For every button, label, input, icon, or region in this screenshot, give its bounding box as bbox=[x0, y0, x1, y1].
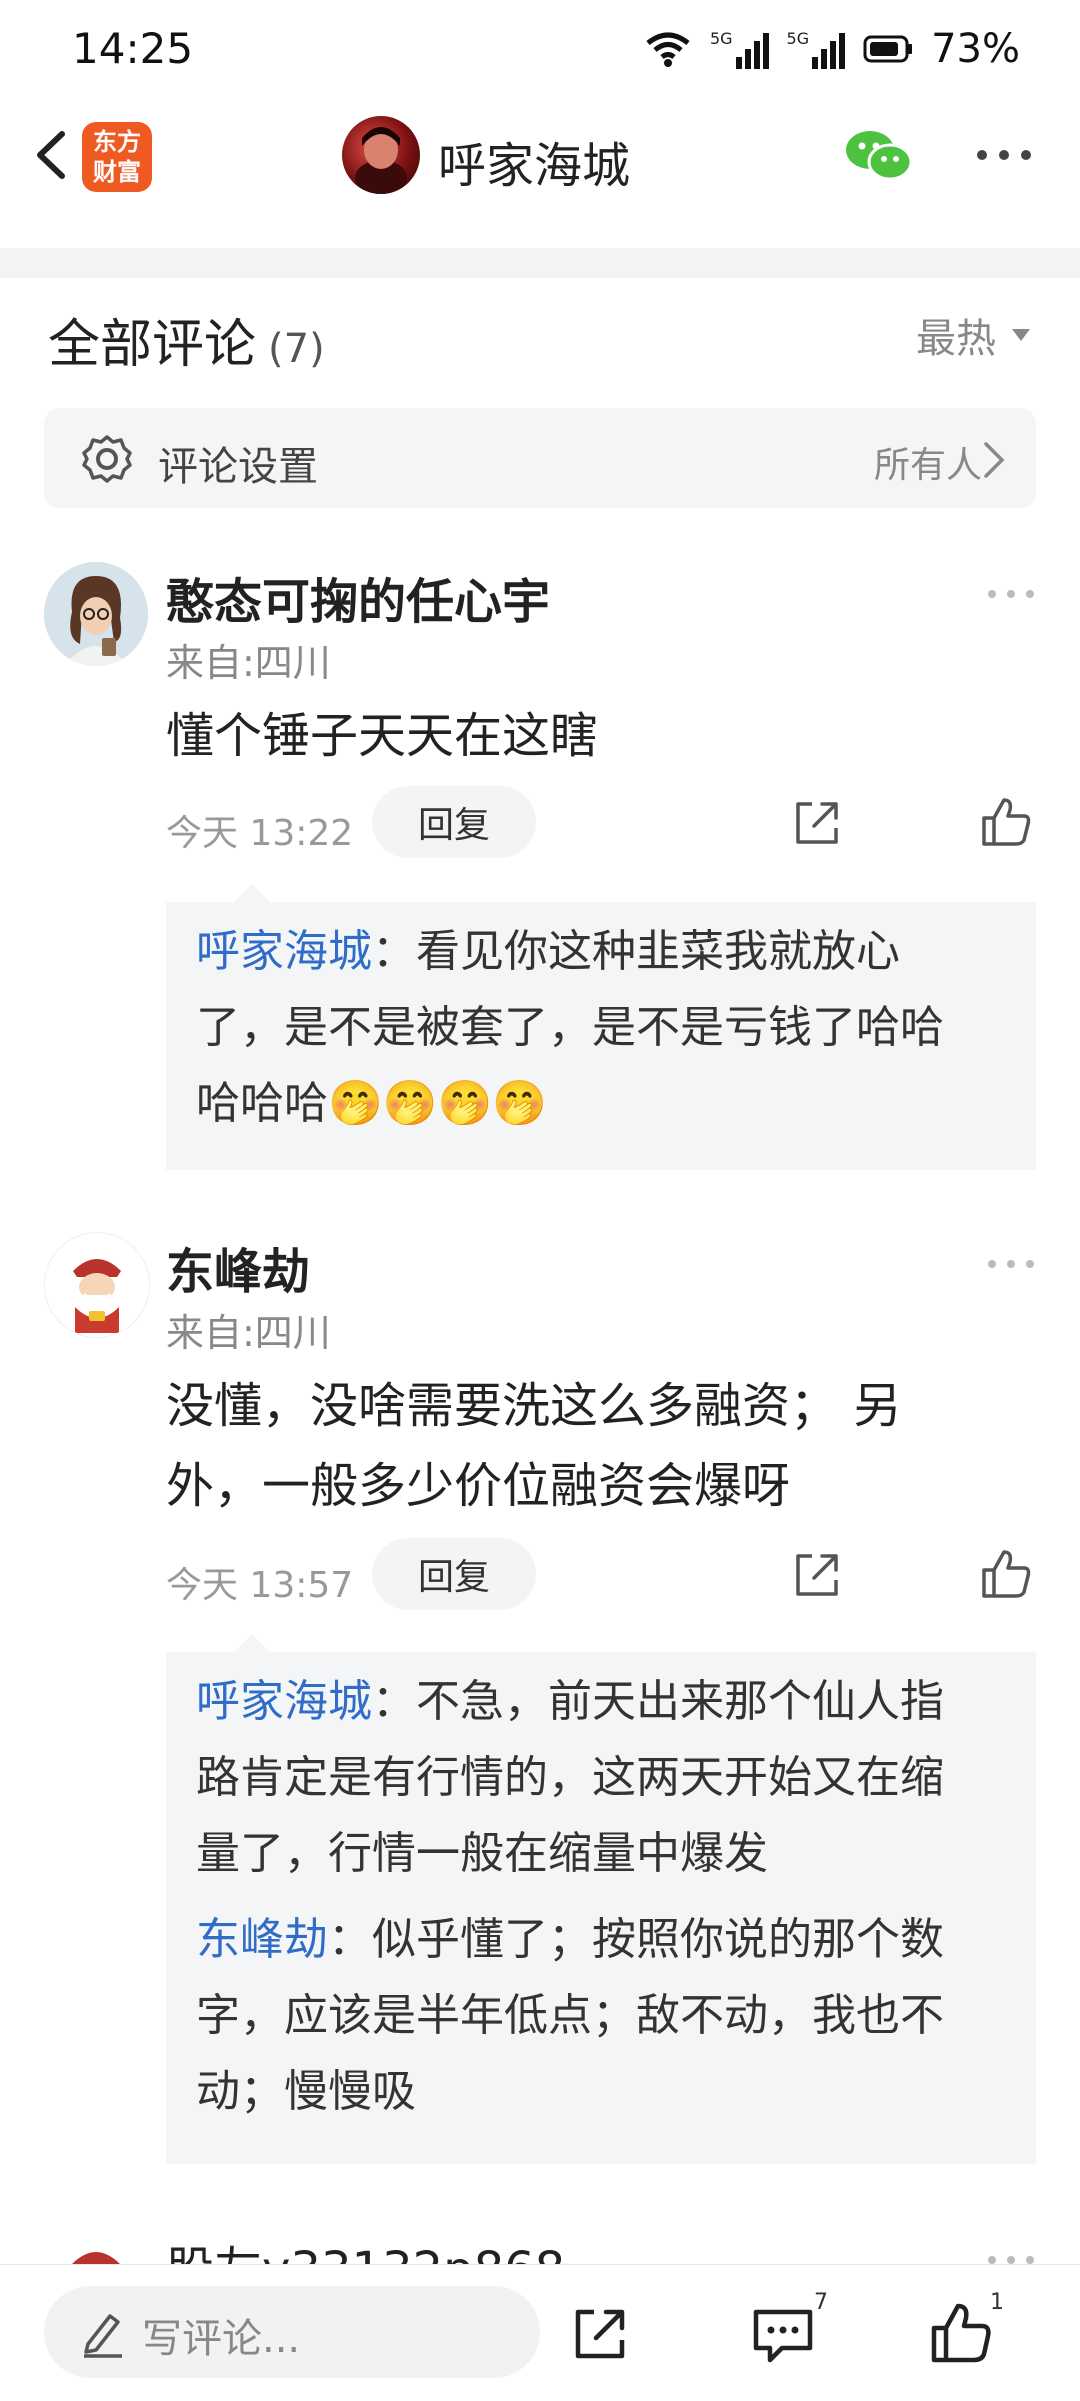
comment-count-badge: 7 bbox=[814, 2290, 828, 2315]
comment-author[interactable]: 东峰劫 bbox=[166, 1232, 310, 1302]
comment-more-icon[interactable] bbox=[986, 1254, 1036, 1274]
network-label: 5G bbox=[709, 29, 733, 48]
app-logo[interactable]: 东方 财富 bbox=[82, 122, 152, 192]
cell-signal-icon-2: 5G bbox=[787, 29, 846, 69]
reply-text-line: 哈哈哈🤭🤭🤭🤭 bbox=[196, 1078, 548, 1129]
share-icon[interactable] bbox=[792, 798, 842, 848]
reply-text-line: 路肯定是有行情的，这两天开始又在缩 bbox=[196, 1752, 944, 1803]
reply-button[interactable]: 回复 bbox=[372, 1538, 536, 1610]
share-icon[interactable] bbox=[792, 1550, 842, 1600]
reply-text: ：看见你这种韭菜我就放心 bbox=[372, 926, 900, 977]
header-title[interactable]: 呼家海城 bbox=[438, 126, 630, 196]
reply-text-line: 量了，行情一般在缩量中爆发 bbox=[196, 1828, 768, 1879]
gear-icon bbox=[82, 435, 132, 483]
reply-text-line: 字，应该是半年低点；敌不动，我也不 bbox=[196, 1990, 944, 2041]
sort-label: 最热 bbox=[916, 316, 996, 362]
cell-signal-icon: 5G bbox=[710, 29, 769, 69]
reply-text-line: 了，是不是被套了，是不是亏钱了哈哈 bbox=[196, 1002, 944, 1053]
thumbs-up-icon[interactable] bbox=[980, 1548, 1032, 1600]
like-count-badge: 1 bbox=[990, 2290, 1004, 2315]
reply-text: ：不急，前天出来那个仙人指 bbox=[372, 1676, 944, 1727]
thumbs-up-icon[interactable] bbox=[930, 2302, 992, 2364]
comment-author[interactable]: 憨态可掬的任心宇 bbox=[166, 562, 550, 632]
back-arrow-icon[interactable] bbox=[18, 120, 88, 190]
more-icon[interactable] bbox=[976, 140, 1032, 170]
avatar[interactable] bbox=[44, 1232, 150, 1338]
header-avatar[interactable] bbox=[342, 116, 420, 194]
reply-text: ：似乎懂了；按照你说的那个数 bbox=[328, 1914, 944, 1965]
reply-thread: 呼家海城：不急，前天出来那个仙人指 路肯定是有行情的，这两天开始又在缩 量了，行… bbox=[166, 1634, 1036, 2164]
wifi-icon bbox=[646, 32, 690, 67]
reply-button[interactable]: 回复 bbox=[372, 786, 536, 858]
comment-text-line: 外，一般多少价位融资会爆呀 bbox=[166, 1458, 791, 1514]
chevron-right-icon bbox=[984, 442, 1005, 478]
reply-thread: 呼家海城：看见你这种韭菜我就放心 了，是不是被套了，是不是亏钱了哈哈 哈哈哈🤭🤭… bbox=[166, 884, 1036, 1170]
comment-more-icon[interactable] bbox=[986, 584, 1036, 604]
avatar[interactable] bbox=[44, 562, 148, 666]
caret-down-icon bbox=[1012, 329, 1030, 341]
logo-line2: 财富 bbox=[93, 158, 141, 186]
comment-icon[interactable] bbox=[752, 2306, 814, 2364]
wechat-icon[interactable] bbox=[842, 128, 914, 184]
comment-location: 来自:四川 bbox=[166, 641, 331, 685]
reply-item: 呼家海城：看见你这种韭菜我就放心 bbox=[196, 914, 1016, 990]
thumbs-up-icon[interactable] bbox=[980, 796, 1032, 848]
share-icon[interactable] bbox=[570, 2304, 630, 2364]
section-divider bbox=[0, 248, 1080, 278]
battery-icon bbox=[863, 35, 913, 63]
all-comments-title: 全部评论 bbox=[48, 315, 257, 375]
comment-time: 今天 13:22 bbox=[166, 813, 354, 854]
status-time: 14:25 bbox=[72, 24, 194, 73]
reply-item: 东峰劫：似乎懂了；按照你说的那个数 bbox=[196, 1902, 1016, 1978]
logo-line1: 东方 bbox=[93, 128, 141, 156]
battery-percent: 73% bbox=[931, 26, 1020, 72]
comment-text: 没懂，没啥需要洗这么多融资； 另 bbox=[166, 1378, 902, 1434]
comment-time: 今天 13:57 bbox=[166, 1565, 354, 1606]
network-label-2: 5G bbox=[786, 29, 810, 48]
comment-text: 懂个锤子天天在这瞎 bbox=[166, 708, 599, 764]
comment-count: (7) bbox=[268, 326, 325, 372]
all-comments-heading: 全部评论 (7) bbox=[48, 302, 325, 377]
reply-author[interactable]: 呼家海城 bbox=[196, 926, 372, 977]
reply-text-line: 动；慢慢吸 bbox=[196, 2066, 416, 2117]
pencil-icon bbox=[84, 2314, 122, 2358]
settings-value: 所有人 bbox=[873, 445, 982, 486]
comment-location: 来自:四川 bbox=[166, 1311, 331, 1355]
reply-author[interactable]: 呼家海城 bbox=[196, 1676, 372, 1727]
write-comment-placeholder: 写评论... bbox=[142, 2316, 301, 2362]
reply-item: 呼家海城：不急，前天出来那个仙人指 bbox=[196, 1664, 1016, 1740]
reply-author[interactable]: 东峰劫 bbox=[196, 1914, 328, 1965]
settings-label: 评论设置 bbox=[158, 444, 318, 490]
status-icons: 5G 5G 73% bbox=[644, 26, 1020, 72]
sort-dropdown[interactable]: 最热 bbox=[916, 306, 1032, 364]
